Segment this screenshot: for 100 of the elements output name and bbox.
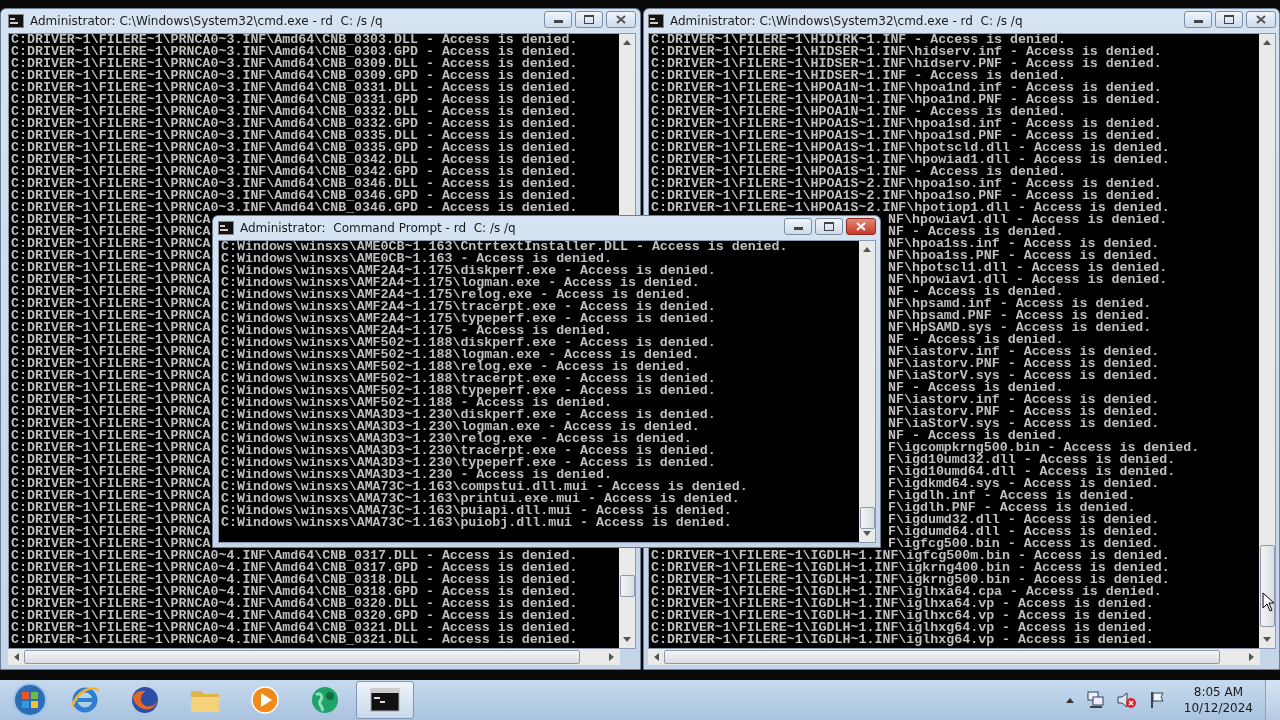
console-line: C:DRIVER~1\FILERE~1\HPOA1S~2.INF\hpotiop1.dll - Access is denied. <box>651 202 1170 214</box>
console-line: C:DRIVER~1\FILERE~1\PRNCA0~3.INF\Amd64\CNB_0303.DLL - Access is denied. <box>11 34 578 46</box>
console-line: C:DRIVER~1\FILERE~1\PRNCA0~3.INF\Amd64\CNB_0309.GPD - Access is denied. <box>11 70 578 82</box>
console-line: C:DRIVER~1\FILERE~1\PRNCA0~4.INF\Amd64\CNB_0321.DLL - Access is denied. <box>11 634 578 646</box>
window-title: Administrator: C:\Windows\System32\cmd.exe - rd C: /s /q <box>670 14 1024 28</box>
console-line: C:DRIVER~1\FILERE~1\IGDLH~1.INF\iglhxg64.vp - Access is denied. <box>651 634 1154 646</box>
console-line: C:DRIVER~1\FILERE~1\IGDLH~1.INF\iglhxg64.vp - Access is denied. <box>651 622 1154 634</box>
console-line: C:Windows\winsxs\AMA3D3~1.230\diskperf.exe - Access is denied. <box>221 409 716 421</box>
console-line: C:DRIVER~1\FILERE~1\HIDSER~1.INF\hidserv.inf - Access is denied. <box>651 46 1162 58</box>
console-line: C:Windows\winsxs\AMA73C~1.163\printui.exe.mui - Access is denied. <box>221 493 740 505</box>
console-line: C:DRIVER~1\FILERE~1\HIDSER~1.INF\hidserv.PNF - Access is denied. <box>651 58 1162 70</box>
console-line: F\igd10umd64.dll - Access is denied. <box>888 466 1176 478</box>
console-line: C:DRIVER~1\FILERE~1\PRNCA0~3.INF\Amd64\CNB_0346.DLL - Access is denied. <box>11 178 578 190</box>
console-line: C:DRIVER~1\FILERE~1\PRNCA <box>11 298 211 310</box>
console-line: C:DRIVER~1\FILERE~1\PRNCA <box>11 238 211 250</box>
console-line: C:Windows\winsxs\AME0CB~1.163\CntrtextInstaller.DLL - Access is denied. <box>221 241 788 253</box>
console-line: C:DRIVER~1\FILERE~1\PRNCA <box>11 466 211 478</box>
console-line: C:DRIVER~1\FILERE~1\PRNCA <box>11 526 211 538</box>
console-line: C:Windows\winsxs\AMA73C~1.163\compstui.dll.mui - Access is denied. <box>221 481 748 493</box>
console-line: C:DRIVER~1\FILERE~1\PRNCA <box>11 262 211 274</box>
console-line: C:Windows\winsxs\AMF502~1.188\tracerpt.exe - Access is denied. <box>221 373 716 385</box>
console-line: C:DRIVER~1\FILERE~1\HPOA1N~1.INF\hpoa1nd.inf - Access is denied. <box>651 82 1162 94</box>
console-line: C:DRIVER~1\FILERE~1\PRNCA0~3.INF\Amd64\CNB_0332.DLL - Access is denied. <box>11 106 578 118</box>
console-line: C:DRIVER~1\FILERE~1\PRNCA0~4.INF\Amd64\CNB_0317.GPD - Access is denied. <box>11 562 578 574</box>
console-line: C:DRIVER~1\FILERE~1\PRNCA0~3.INF\Amd64\CNB_0303.GPD - Access is denied. <box>11 46 578 58</box>
console-line: C:Windows\winsxs\AMA3D3~1.230\tracerpt.exe - Access is denied. <box>221 445 716 457</box>
console-line: C:DRIVER~1\FILERE~1\PRNCA0~3.INF\Amd64\CNB_0331.DLL - Access is denied. <box>11 82 578 94</box>
console-line: C:DRIVER~1\FILERE~1\PRNCA <box>11 418 211 430</box>
console-line: C:Windows\winsxs\AMF502~1.188\logman.exe - Access is denied. <box>221 349 700 361</box>
console-line: C:DRIVER~1\FILERE~1\IGDLH~1.INF\iglhxa64.vp - Access is denied. <box>651 598 1154 610</box>
console-line: C:DRIVER~1\FILERE~1\PRNCA <box>11 310 211 322</box>
console-line: C:DRIVER~1\FILERE~1\PRNCA <box>11 538 211 550</box>
console-line: C:DRIVER~1\FILERE~1\IGDLH~1.INF\igkrng500.bin - Access is denied. <box>651 574 1170 586</box>
console-line: C:DRIVER~1\FILERE~1\PRNCA0~3.INF\Amd64\CNB_0335.DLL - Access is denied. <box>11 130 578 142</box>
console-line: NF\iaStorV.sys - Access is denied. <box>888 418 1160 430</box>
console-line: C:Windows\winsxs\AMA3D3~1.230\relog.exe - Access is denied. <box>221 433 692 445</box>
console-line: C:DRIVER~1\FILERE~1\PRNCA <box>11 274 211 286</box>
console-line: C:DRIVER~1\FILERE~1\PRNCA <box>11 346 211 358</box>
console-line: C:DRIVER~1\FILERE~1\PRNCA0~4.INF\Amd64\CNB_0321.DLL - Access is denied. <box>11 622 578 634</box>
console-line: NF\iaStorV.sys - Access is denied. <box>888 370 1160 382</box>
console-line: C:DRIVER~1\FILERE~1\HIDSER~1.INF - Access is denied. <box>651 70 1066 82</box>
clock-date: 10/12/2024 <box>1183 700 1253 716</box>
console-line: C:DRIVER~1\FILERE~1\PRNCA <box>11 394 211 406</box>
console-line: C:Windows\winsxs\AMF502~1.188 - Access is denied. <box>221 397 612 409</box>
console-line: C:Windows\winsxs\AMF2A4~1.175\diskperf.exe - Access is denied. <box>221 265 716 277</box>
console-line: NF\iastorv.inf - Access is denied. <box>888 346 1160 358</box>
console-line: C:DRIVER~1\FILERE~1\PRNCA <box>11 358 211 370</box>
console-line: F\igd10umd32.dll - Access is denied. <box>888 454 1176 466</box>
console-line: NF\hpoa1ss.PNF - Access is denied. <box>888 250 1160 262</box>
console-line: C:DRIVER~1\FILERE~1\HPOA1S~2.INF\hpoa1so.inf - Access is denied. <box>651 178 1162 190</box>
console-line: C:Windows\winsxs\AMA73C~1.163\puiapi.dll.mui - Access is denied. <box>221 505 732 517</box>
console-line: C:DRIVER~1\FILERE~1\HPOA1S~1.INF - Access is denied. <box>651 166 1066 178</box>
console-line: C:Windows\winsxs\AMA3D3~1.230\logman.exe - Access is denied. <box>221 421 700 433</box>
window-title: Administrator: C:\Windows\System32\cmd.exe - rd C: /s /q <box>30 14 384 28</box>
console-line: C:DRIVER~1\FILERE~1\PRNCA <box>11 442 211 454</box>
console-line: C:DRIVER~1\FILERE~1\PRNCA <box>11 334 211 346</box>
console-line: C:Windows\winsxs\AMF502~1.188\typeperf.exe - Access is denied. <box>221 385 716 397</box>
console-line: C:DRIVER~1\FILERE~1\PRNCA <box>11 226 211 238</box>
console-line: NF - Access is denied. <box>888 334 1064 346</box>
console-line: C:DRIVER~1\FILERE~1\PRNCA <box>11 214 211 226</box>
console-line: C:DRIVER~1\FILERE~1\PRNCA <box>11 406 211 418</box>
console-line: C:DRIVER~1\FILERE~1\PRNCA <box>11 478 211 490</box>
console-line: C:DRIVER~1\FILERE~1\PRNCA0~4.INF\Amd64\CNB_0320.DLL - Access is denied. <box>11 598 578 610</box>
console-line: C:DRIVER~1\FILERE~1\PRNCA <box>11 430 211 442</box>
console-line: C:DRIVER~1\FILERE~1\HIDIRK~1.INF - Access is denied. <box>651 34 1066 46</box>
console-line: NF\hpoa1ss.inf - Access is denied. <box>888 238 1160 250</box>
console-line: C:DRIVER~1\FILERE~1\PRNCA <box>11 502 211 514</box>
console-line: C:DRIVER~1\FILERE~1\IGDLH~1.INF\igfcg500m.bin - Access is denied. <box>651 550 1170 562</box>
console-line: F\igdlh.inf - Access is denied. <box>888 490 1136 502</box>
clock-time: 8:05 AM <box>1193 684 1244 700</box>
console-line: C:DRIVER~1\FILERE~1\HPOA1S~1.INF\hpotscld.dll - Access is denied. <box>651 142 1170 154</box>
console-line: NF - Access is denied. <box>888 430 1064 442</box>
console-line: C:DRIVER~1\FILERE~1\PRNCA <box>11 286 211 298</box>
console-line: C:DRIVER~1\FILERE~1\PRNCA0~3.INF\Amd64\CNB_0309.DLL - Access is denied. <box>11 58 578 70</box>
console-line: C:DRIVER~1\FILERE~1\PRNCA0~3.INF\Amd64\CNB_0346.GPD - Access is denied. <box>11 202 578 214</box>
console-line: C:DRIVER~1\FILERE~1\PRNCA <box>11 490 211 502</box>
console-line: C:Windows\winsxs\AMF2A4~1.175 - Access is denied. <box>221 325 612 337</box>
console-line: C:DRIVER~1\FILERE~1\IGDLH~1.INF\igkrng400.bin - Access is denied. <box>651 562 1170 574</box>
console-line: NF - Access is denied. <box>888 286 1064 298</box>
console-line: C:Windows\winsxs\AMF2A4~1.175\logman.exe - Access is denied. <box>221 277 700 289</box>
console-line: NF - Access is denied. <box>888 382 1064 394</box>
console-line: C:DRIVER~1\FILERE~1\PRNCA0~3.INF\Amd64\CNB_0332.GPD - Access is denied. <box>11 118 578 130</box>
console-line: C:Windows\winsxs\AMA3D3~1.230 - Access is denied. <box>221 469 612 481</box>
console-line: C:DRIVER~1\FILERE~1\PRNCA <box>11 322 211 334</box>
console-line: NF\iastorv.PNF - Access is denied. <box>888 406 1160 418</box>
console-line: C:DRIVER~1\FILERE~1\HPOA1S~1.INF\hpowiad1.dll - Access is denied. <box>651 154 1170 166</box>
console-line: NF\iastorv.PNF - Access is denied. <box>888 358 1160 370</box>
console-line: NF\iastorv.inf - Access is denied. <box>888 394 1160 406</box>
console-line: NF\HpSAMD.sys - Access is denied. <box>888 322 1152 334</box>
console-line: F\igdkmd64.sys - Access is denied. <box>888 478 1160 490</box>
console-line: C:DRIVER~1\FILERE~1\IGDLH~1.INF\iglhxa64.cpa - Access is denied. <box>651 586 1162 598</box>
console-line: C:DRIVER~1\FILERE~1\HPOA1N~1.INF\hpoa1nd.PNF - Access is denied. <box>651 94 1162 106</box>
console-line: C:DRIVER~1\FILERE~1\HPOA1S~1.INF\hpoa1sd.inf - Access is denied. <box>651 118 1162 130</box>
console-line: C:DRIVER~1\FILERE~1\PRNCA <box>11 382 211 394</box>
console-line: C:Windows\winsxs\AMF2A4~1.175\tracerpt.exe - Access is denied. <box>221 301 716 313</box>
console-line: C:DRIVER~1\FILERE~1\PRNCA0~4.INF\Amd64\CNB_0317.DLL - Access is denied. <box>11 550 578 562</box>
console-line: C:Windows\winsxs\AMF502~1.188\diskperf.exe - Access is denied. <box>221 337 716 349</box>
console-line: C:DRIVER~1\FILERE~1\PRNCA0~3.INF\Amd64\CNB_0342.GPD - Access is denied. <box>11 166 578 178</box>
console-line: C:DRIVER~1\FILERE~1\HPOA1S~1.INF\hpoa1sd.PNF - Access is denied. <box>651 130 1162 142</box>
console-line: F\igdumd32.dll - Access is denied. <box>888 514 1160 526</box>
